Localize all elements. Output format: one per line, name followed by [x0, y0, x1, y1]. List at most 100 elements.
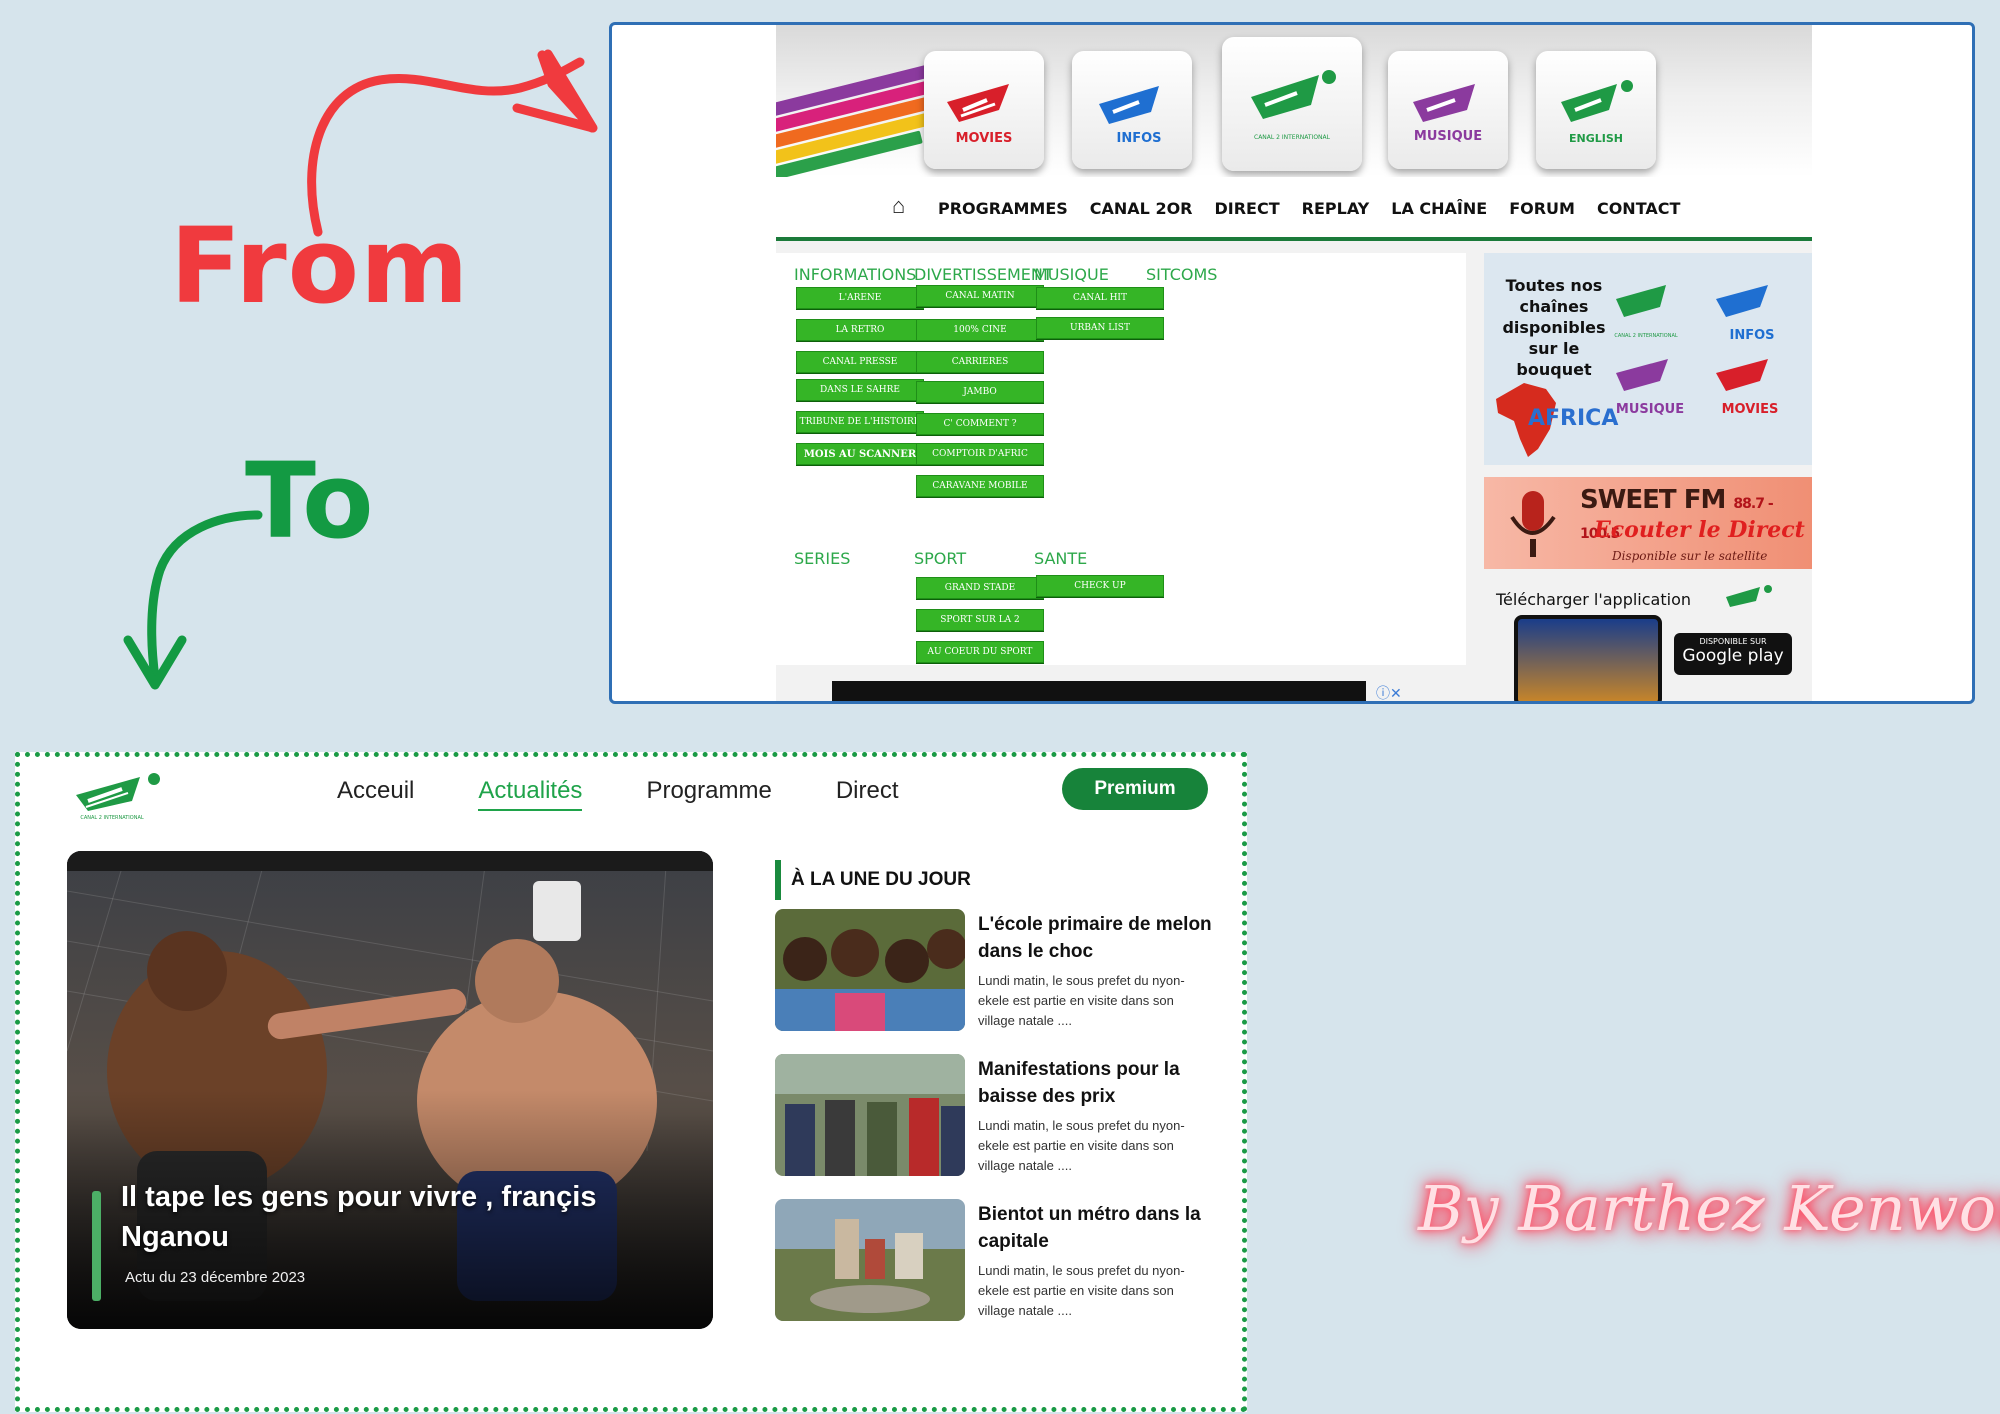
old-categories-panel: INFORMATIONS DIVERTISSEMENT MUSIQUE SITC…: [776, 253, 1466, 665]
old-nav-la-chaine[interactable]: LA CHAÎNE: [1391, 199, 1487, 218]
old-nav-forum[interactable]: FORUM: [1509, 199, 1575, 218]
cat-series: SERIES: [794, 549, 851, 568]
main-nav: Acceuil Actualités Programme Direct: [337, 777, 962, 811]
btn-carrieres[interactable]: CARRIERES: [916, 351, 1044, 373]
news-title[interactable]: Manifestations pour la baisse des prix: [978, 1056, 1218, 1110]
news-item[interactable]: Manifestations pour la baisse des prix L…: [775, 1054, 1215, 1176]
svg-text:MOVIES: MOVIES: [956, 131, 1013, 146]
old-banner: MOVIES INFOS CANAL 2 INTERNATIONAL MUSIQ…: [776, 25, 1812, 182]
musique-small-label: MUSIQUE: [1616, 402, 1684, 417]
btn-grand-stade[interactable]: GRAND STADE: [916, 577, 1044, 599]
btn-canal-presse[interactable]: CANAL PRESSE: [796, 351, 924, 373]
btn-tribune-histoire[interactable]: TRIBUNE DE L'HISTOIRE: [796, 411, 924, 433]
musique-tile[interactable]: MUSIQUE: [1388, 51, 1508, 169]
green-arrow: [147, 510, 263, 683]
infos-small-label: INFOS: [1729, 328, 1774, 343]
movies-logo-icon: MOVIES: [947, 84, 1013, 146]
green-arrow-tip: [123, 635, 187, 690]
svg-text:INFOS: INFOS: [1116, 131, 1161, 146]
google-play-badge[interactable]: DISPONIBLE SUR Google play: [1674, 633, 1792, 675]
btn-mois-au-scanner[interactable]: MOIS AU SCANNER: [796, 443, 924, 465]
btn-100-cine[interactable]: 100% CINE: [916, 319, 1044, 341]
news-excerpt: Lundi matin, le sous prefet du nyon-ekel…: [978, 1118, 1185, 1173]
news-thumbnail: [775, 909, 965, 1031]
sweet-fm-cta[interactable]: Ecouter le Direct: [1594, 517, 1805, 543]
movies-small-icon: [1716, 359, 1768, 391]
canal2-logo[interactable]: CANAL 2 INTERNATIONAL: [70, 767, 170, 823]
hero-card[interactable]: Il tape les gens pour vivre , françis Ng…: [67, 851, 713, 1329]
city-photo: [775, 1199, 965, 1321]
old-nav-replay[interactable]: REPLAY: [1302, 199, 1370, 218]
btn-sport-sur-la-2[interactable]: SPORT SUR LA 2: [916, 609, 1044, 631]
news-item[interactable]: L'école primaire de melon dans le choc L…: [775, 909, 1215, 1031]
protest-photo: [775, 1054, 965, 1176]
to-label: To: [245, 440, 374, 562]
cat-sante: SANTE: [1034, 549, 1088, 568]
nav-direct[interactable]: Direct: [836, 777, 899, 811]
infos-tile[interactable]: INFOS: [1072, 51, 1192, 169]
hero-image: [67, 851, 713, 1329]
english-tile[interactable]: ENGLISH: [1536, 51, 1656, 169]
premium-button[interactable]: Premium: [1062, 768, 1208, 810]
english-logo-icon: ENGLISH: [1561, 80, 1633, 145]
canal2-app-icon: [1726, 585, 1772, 607]
children-photo: [775, 909, 965, 1031]
canal2-small-label: CANAL 2 INTERNATIONAL: [1614, 333, 1678, 339]
musique-small-icon: [1616, 359, 1668, 391]
home-icon[interactable]: ⌂: [892, 193, 905, 219]
btn-caravane-mobile[interactable]: CARAVANE MOBILE: [916, 475, 1044, 497]
sweet-fm-banner[interactable]: SWEET FM 88.7 - 100.5 Ecouter le Direct …: [1484, 477, 1812, 569]
news-item[interactable]: Bientot un métro dans la capitale Lundi …: [775, 1199, 1215, 1321]
movies-tile[interactable]: MOVIES: [924, 51, 1044, 169]
cat-musique: MUSIQUE: [1034, 265, 1109, 284]
btn-check-up[interactable]: CHECK UP: [1036, 575, 1164, 597]
movies-small-label: MOVIES: [1722, 402, 1779, 417]
africa-label: AFRICA: [1528, 406, 1618, 431]
svg-text:CANAL 2 INTERNATIONAL: CANAL 2 INTERNATIONAL: [1254, 134, 1331, 141]
cat-sport: SPORT: [914, 549, 967, 568]
hero-title[interactable]: Il tape les gens pour vivre , françis Ng…: [121, 1177, 681, 1257]
nav-actualites[interactable]: Actualités: [478, 777, 583, 811]
news-excerpt: Lundi matin, le sous prefet du nyon-ekel…: [978, 973, 1185, 1028]
sweet-fm-note: Disponible sur le satellite: [1612, 549, 1768, 563]
btn-canal-hit[interactable]: CANAL HIT: [1036, 287, 1164, 309]
section-header: À LA UNE DU JOUR: [775, 860, 971, 900]
canal2-logo-icon: CANAL 2 INTERNATIONAL: [1251, 70, 1336, 141]
ad-close-icon[interactable]: ⓘ✕: [1376, 683, 1402, 701]
from-label: From: [170, 205, 470, 327]
svg-text:MUSIQUE: MUSIQUE: [1414, 129, 1482, 144]
hero-date: Actu du 23 décembre 2023: [125, 1269, 306, 1286]
bouquet-logos: AFRICA CANAL 2 INTERNATIONAL INFOS MUSIQ…: [1496, 285, 1779, 457]
news-title[interactable]: Bientot un métro dans la capitale: [978, 1201, 1218, 1255]
btn-dans-le-sahre[interactable]: DANS LE SAHRE: [796, 379, 924, 401]
cat-divertissement: DIVERTISSEMENT: [914, 265, 1053, 284]
microphone-icon: [1510, 491, 1556, 557]
old-site-screenshot: MOVIES INFOS CANAL 2 INTERNATIONAL MUSIQ…: [609, 22, 1975, 704]
old-nav-contact[interactable]: CONTACT: [1597, 199, 1680, 218]
old-nav-programmes[interactable]: PROGRAMMES: [938, 199, 1068, 218]
download-app-label: Télécharger l'application: [1496, 590, 1691, 609]
new-site-mockup: CANAL 2 INTERNATIONAL Acceuil Actualités…: [15, 752, 1247, 1412]
btn-l-arene[interactable]: L'ARENE: [796, 287, 924, 309]
news-thumbnail: [775, 1054, 965, 1176]
btn-la-retro[interactable]: LA RETRO: [796, 319, 924, 341]
nav-acceuil[interactable]: Acceuil: [337, 777, 414, 811]
infos-small-icon: [1716, 285, 1768, 317]
btn-c-comment[interactable]: C' COMMENT ?: [916, 413, 1044, 435]
btn-urban-list[interactable]: URBAN LIST: [1036, 317, 1164, 339]
canal2-tile[interactable]: CANAL 2 INTERNATIONAL: [1222, 37, 1362, 171]
nav-programme[interactable]: Programme: [646, 777, 771, 811]
btn-jambo[interactable]: JAMBO: [916, 381, 1044, 403]
old-nav-canal2or[interactable]: CANAL 2OR: [1090, 199, 1193, 218]
cat-sitcoms: SITCOMS: [1146, 265, 1218, 284]
btn-comptoir-afric[interactable]: COMPTOIR D'AFRIC: [916, 443, 1044, 465]
news-title[interactable]: L'école primaire de melon dans le choc: [978, 911, 1218, 965]
btn-au-coeur-du-sport[interactable]: AU COEUR DU SPORT: [916, 641, 1044, 663]
hero-accent-bar: [92, 1191, 101, 1301]
cat-informations: INFORMATIONS: [794, 265, 917, 284]
old-nav-direct[interactable]: DIRECT: [1215, 199, 1280, 218]
btn-canal-matin[interactable]: CANAL MATIN: [916, 285, 1044, 307]
old-page: MOVIES INFOS CANAL 2 INTERNATIONAL MUSIQ…: [776, 25, 1812, 701]
musique-logo-icon: MUSIQUE: [1413, 84, 1482, 144]
ad-banner[interactable]: [832, 681, 1366, 701]
